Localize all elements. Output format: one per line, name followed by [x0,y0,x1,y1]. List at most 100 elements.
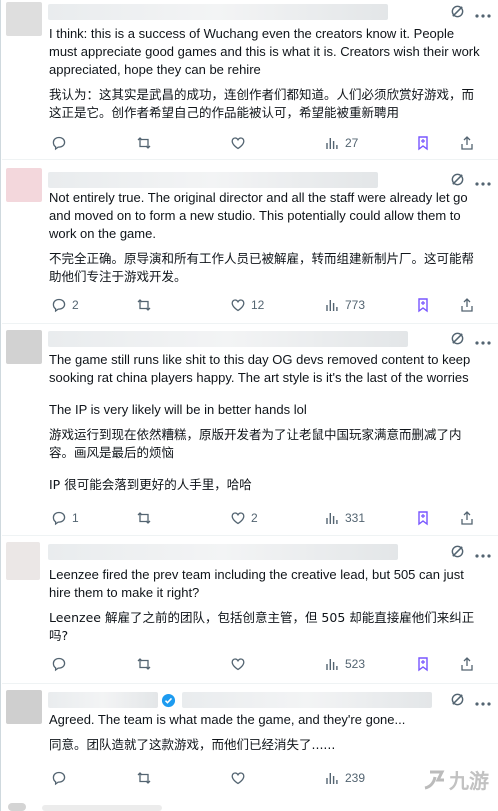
repost-button[interactable] [136,510,157,526]
views-count: 27 [345,136,359,150]
grok-icon[interactable] [450,331,465,351]
reply-post[interactable]: Not entirely true. The original director… [2,162,498,324]
more-icon[interactable] [475,693,491,711]
like-count: 2 [251,511,258,525]
bookmark-icon [418,657,428,672]
views-button[interactable]: 523 [324,656,365,672]
bookmark-button[interactable] [415,135,431,151]
more-icon[interactable] [475,5,491,23]
author-header[interactable] [48,544,398,560]
reply-icon [52,771,66,786]
watermark-icon [424,770,445,789]
views-count: 239 [345,771,366,785]
grok-icon[interactable] [450,4,465,24]
avatar[interactable] [6,2,42,36]
repost-button[interactable] [136,770,157,786]
post-text-en: Not entirely true. The original director… [49,190,468,241]
repost-button[interactable] [136,135,157,151]
grok-icon[interactable] [450,544,465,564]
bookmark-icon [418,298,428,313]
post-text-zh: 不完全正确。原导演和所有工作人员已被解雇，转而组建新制片厂。这可能帮助他们专注于… [49,251,475,284]
reply-post[interactable]: Agreed. The team is what made the game, … [2,686,498,800]
author-header[interactable] [48,172,378,188]
post-text-en: I think: this is a success of Wuchang ev… [49,26,480,77]
views-button[interactable]: 773 [324,297,365,313]
reply-button[interactable]: 1 [51,510,79,526]
reply-post[interactable]: The game still runs like shit to this da… [2,326,498,536]
post-body: I think: this is a success of Wuchang ev… [49,25,485,122]
views-count: 773 [345,298,366,312]
bookmark-button[interactable] [415,656,431,672]
repost-button[interactable] [136,656,157,672]
author-header[interactable] [48,4,388,20]
like-icon [231,658,245,671]
author-header [42,805,162,811]
share-icon [461,511,473,525]
post-menu [450,544,491,564]
post-text-zh: 游戏运行到现在依然糟糕，原版开发者为了让老鼠中国玩家满意而删减了内容。画风是最后… [49,427,462,460]
avatar[interactable] [6,168,42,202]
share-button[interactable] [459,656,475,672]
like-icon [231,512,245,525]
avatar[interactable] [6,330,42,364]
post-body: Agreed. The team is what made the game, … [49,711,485,754]
views-button[interactable]: 27 [324,135,358,151]
like-button[interactable] [230,135,251,151]
reply-post[interactable]: I think: this is a success of Wuchang ev… [2,0,498,160]
like-icon [231,137,245,150]
reply-button[interactable]: 2 [51,297,79,313]
repost-icon [137,137,151,149]
author-handle[interactable] [182,692,432,708]
like-button[interactable] [230,656,251,672]
reply-thread: I think: this is a success of Wuchang ev… [0,0,498,811]
reply-post[interactable]: Leenzee fired the prev team including th… [2,538,498,684]
views-count: 523 [345,657,366,671]
next-post-peek [2,800,498,811]
share-icon [461,136,473,150]
bookmark-button[interactable] [415,510,431,526]
grok-icon[interactable] [450,692,465,712]
post-text-zh: Leenzee 解雇了之前的团队，包括创意主管，但 505 却能直接雇他们来纠正… [49,610,475,643]
reply-button[interactable] [51,135,72,151]
avatar[interactable] [6,690,42,724]
repost-button[interactable] [136,297,157,313]
post-actions: 27 [49,134,489,152]
views-icon [326,513,338,524]
more-icon[interactable] [475,332,491,350]
more-icon[interactable] [475,545,491,563]
bookmark-icon [418,136,428,151]
post-menu [450,4,491,24]
reply-count: 1 [72,511,79,525]
reply-button[interactable] [51,656,72,672]
views-button[interactable]: 239 [324,770,365,786]
views-icon [326,138,338,149]
like-button[interactable]: 12 [230,297,264,313]
watermark-logo: 九游 [421,765,489,794]
repost-icon [137,299,151,311]
avatar [8,803,26,811]
repost-icon [137,658,151,670]
share-button[interactable] [459,135,475,151]
like-button[interactable] [230,770,251,786]
views-button[interactable]: 331 [324,510,365,526]
share-button[interactable] [459,510,475,526]
post-actions: 523 [49,655,489,673]
reply-icon [52,657,66,672]
share-icon [461,657,473,671]
like-button[interactable]: 2 [230,510,258,526]
avatar[interactable] [6,542,40,580]
share-icon [461,298,473,312]
bookmark-button[interactable] [415,297,431,313]
share-button[interactable] [459,297,475,313]
post-text-zh: 我认为：这其实是武昌的成功，连创作者们都知道。人们必须欣赏好游戏，而这正是它。创… [49,87,475,120]
post-actions: 2 12 773 [49,296,489,314]
author-header[interactable] [48,331,408,347]
post-menu [450,331,491,351]
reply-button[interactable] [51,770,72,786]
bookmark-icon [418,511,428,526]
author-header[interactable] [48,692,158,708]
post-actions: 1 2 331 [49,509,489,527]
post-text-zh-2: IP 很可能会落到更好的人手里，哈哈 [49,477,252,492]
views-icon [326,659,338,670]
post-text-en: The game still runs like shit to this da… [49,352,471,385]
